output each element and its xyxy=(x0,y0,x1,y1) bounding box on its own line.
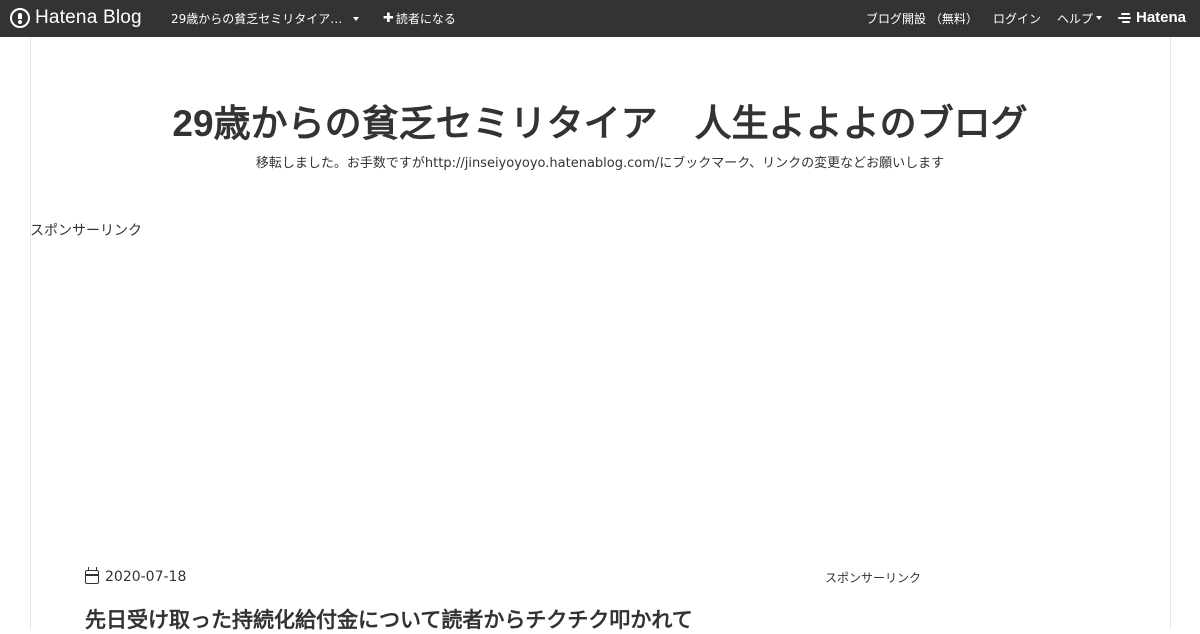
logo-text: Hatena Blog xyxy=(35,7,142,28)
entry-date[interactable]: 2020-07-18 xyxy=(85,567,187,585)
help-chevron-down-icon[interactable] xyxy=(1096,16,1102,20)
sponsor-label-top: スポンサーリンク xyxy=(30,223,142,239)
brand-text: Hatena xyxy=(1136,9,1187,26)
subscribe-button[interactable]: ✚ 読者になる xyxy=(383,10,456,27)
login-link[interactable]: ログイン xyxy=(993,10,1041,27)
sponsor-label-sidebar: スポンサーリンク xyxy=(825,571,922,585)
hatena-blog-logo-icon xyxy=(10,8,30,28)
blog-title[interactable]: 29歳からの貧乏セミリタイア 人生よよよのブログ xyxy=(0,93,1200,147)
entry-date-text: 2020-07-18 xyxy=(105,569,187,585)
chevron-down-icon[interactable] xyxy=(353,17,359,21)
calendar-icon xyxy=(85,567,99,584)
subscribe-label: 読者になる xyxy=(395,12,456,26)
global-header: Hatena Blog 29歳からの貧乏セミリタイア 人生よよよのブログ ✚ 読… xyxy=(0,0,1200,37)
plus-icon: ✚ xyxy=(383,11,394,26)
hatena-menu-icon xyxy=(1118,12,1133,24)
help-menu[interactable]: ヘルプ xyxy=(1057,10,1093,27)
blog-title-dropdown[interactable]: 29歳からの貧乏セミリタイア 人生よよよのブログ xyxy=(171,10,346,27)
hatena-blog-logo[interactable]: Hatena Blog xyxy=(10,7,142,29)
hatena-brand-link[interactable]: Hatena xyxy=(1118,9,1186,26)
create-blog-link[interactable]: ブログ開設 （無料） xyxy=(866,10,978,27)
blog-description: 移転しました。お手数ですがhttp://jinseiyoyoyo.hatenab… xyxy=(255,156,945,171)
